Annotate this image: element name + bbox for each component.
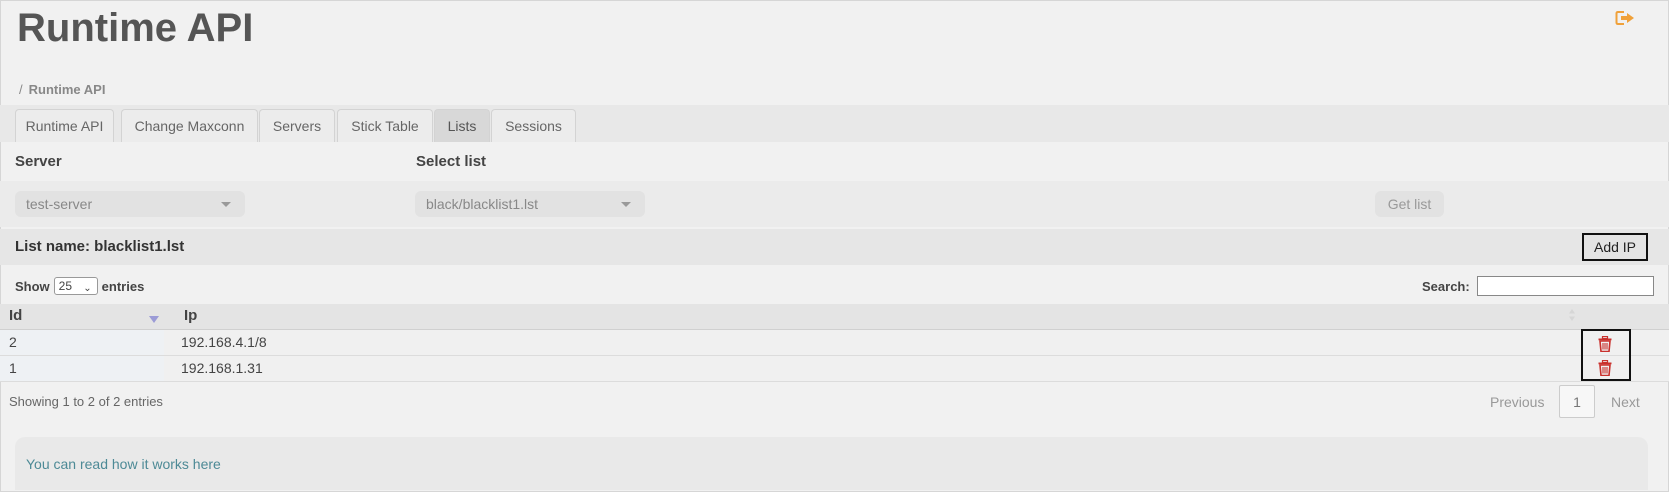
trash-icon: [1598, 336, 1612, 352]
tab-sessions[interactable]: Sessions: [491, 109, 576, 142]
list-name-row: [0, 229, 1669, 265]
breadcrumb-current[interactable]: Runtime API: [29, 82, 106, 97]
entries-select-value: 25: [58, 279, 73, 293]
table-info: Showing 1 to 2 of 2 entries: [9, 394, 163, 409]
pagination-previous[interactable]: Previous: [1490, 394, 1544, 410]
note-prefix: You can read how it works: [26, 456, 193, 472]
id-cell: [0, 330, 164, 355]
delete-button[interactable]: [1581, 329, 1631, 355]
select-list-label: Select list: [416, 153, 487, 170]
delete-button[interactable]: [1581, 355, 1631, 381]
trash-icon: [1598, 360, 1612, 376]
tab-stick-table[interactable]: Stick Table: [337, 109, 433, 142]
pagination-next[interactable]: Next: [1611, 394, 1640, 410]
sort-desc-icon[interactable]: [149, 316, 159, 323]
chevron-down-icon: ⌄: [83, 283, 92, 294]
tab-runtime-api[interactable]: Runtime API: [15, 109, 114, 142]
show-label: Show: [15, 278, 50, 294]
id-cell: [0, 356, 164, 381]
tab-lists[interactable]: Lists: [434, 109, 490, 142]
list-select[interactable]: black/blacklist1.lst: [415, 191, 645, 217]
table-row: 2 192.168.4.1/8: [0, 330, 1669, 356]
entries-select[interactable]: 25 ⌄: [53, 277, 98, 295]
note-box: [15, 437, 1648, 490]
table-row: 1 192.168.1.31: [0, 356, 1669, 382]
column-header-ip[interactable]: Ip: [184, 307, 197, 324]
server-select-value: test-server: [26, 196, 93, 212]
get-list-button[interactable]: Get list: [1375, 191, 1444, 217]
page-title: Runtime API: [17, 6, 254, 50]
search-label: Search:: [1422, 279, 1470, 294]
sign-out-icon[interactable]: [1615, 10, 1637, 26]
help-link[interactable]: here: [193, 456, 221, 472]
show-entries: Show 25 ⌄ entries: [15, 277, 144, 295]
sort-both-icon[interactable]: [1568, 308, 1576, 322]
chevron-down-icon: [621, 202, 631, 207]
note-text: You can read how it works here: [26, 456, 221, 472]
table-header: [0, 304, 1669, 330]
server-label: Server: [15, 153, 62, 170]
entries-label: entries: [101, 278, 145, 294]
chevron-down-icon: [221, 202, 231, 207]
add-ip-button[interactable]: Add IP: [1582, 233, 1648, 261]
breadcrumb: / Runtime API: [19, 82, 105, 97]
search-input[interactable]: [1477, 276, 1654, 296]
row-id: 1: [9, 360, 17, 376]
row-id: 2: [9, 334, 17, 350]
list-name: List name: blacklist1.lst: [15, 238, 185, 255]
list-select-value: black/blacklist1.lst: [426, 196, 539, 212]
server-select[interactable]: test-server: [15, 191, 245, 217]
breadcrumb-separator: /: [19, 82, 23, 97]
tab-change-maxconn[interactable]: Change Maxconn: [121, 109, 258, 142]
pagination-page[interactable]: 1: [1559, 385, 1595, 418]
row-ip: 192.168.4.1/8: [181, 334, 267, 350]
row-ip: 192.168.1.31: [181, 360, 263, 376]
column-header-id[interactable]: Id: [9, 307, 22, 324]
tab-servers[interactable]: Servers: [259, 109, 335, 142]
